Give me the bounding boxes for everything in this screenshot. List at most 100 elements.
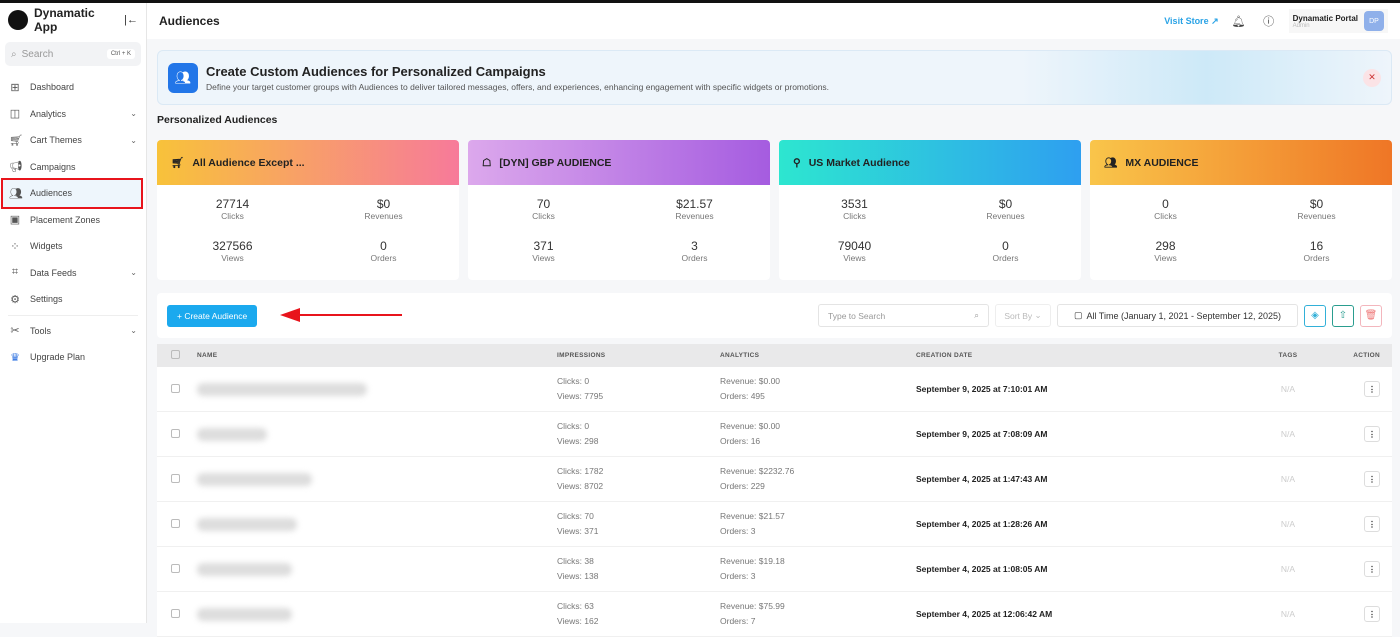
row-checkbox[interactable] — [171, 563, 180, 573]
search-placeholder: Type to Search — [828, 310, 886, 321]
analytics-orders: Orders: 495 — [720, 391, 765, 401]
views-label: Views — [532, 253, 555, 263]
clicks-label: Clicks — [843, 211, 866, 221]
create-audience-button[interactable]: + Create Audience — [167, 304, 258, 327]
card-title: All Audience Except ... — [192, 156, 305, 169]
creation-date: September 4, 2025 at 12:06:42 AM — [916, 609, 1053, 619]
impressions-clicks: Clicks: 38 — [557, 556, 594, 566]
audience-card-icon: ⚲ — [793, 156, 801, 169]
row-checkbox[interactable] — [171, 383, 180, 393]
bell-icon[interactable]: 🔔︎ — [1229, 11, 1249, 31]
row-checkbox[interactable] — [171, 473, 180, 483]
sidebar-item-settings[interactable]: ⚙ Settings — [0, 286, 146, 313]
card-title: US Market Audience — [808, 156, 910, 169]
revenues-label: Revenues — [675, 211, 714, 221]
crown-icon: ♛ — [10, 351, 20, 364]
row-checkbox[interactable] — [171, 518, 180, 528]
views-value: 371 — [533, 239, 554, 253]
user-menu[interactable]: Dynamatic Portal Admin DP — [1288, 9, 1388, 33]
col-creation-date: CREATION DATE — [916, 352, 973, 359]
sidebar-search[interactable]: ⌕ Search Ctrl + K — [5, 42, 141, 66]
audience-name-redacted — [197, 427, 267, 441]
analytics-orders: Orders: 7 — [720, 616, 756, 626]
orders-label: Orders — [992, 253, 1019, 263]
audience-cards: 🛒︎ All Audience Except ... 27714 Clicks $0… — [157, 140, 1392, 280]
sidebar-item-audiences[interactable]: 👥︎ Audiences — [1, 178, 143, 209]
row-action-menu-icon[interactable]: ⋮ — [1364, 471, 1380, 487]
table-row[interactable]: Clicks: 1782 Views: 8702 Revenue: $2232.7… — [157, 457, 1392, 502]
external-link-icon: ↗ — [1211, 15, 1219, 26]
sidebar-item-analytics[interactable]: ◫ Analytics ⌄ — [0, 101, 146, 128]
clicks-value: 70 — [536, 197, 551, 211]
audience-card[interactable]: ⚲ US Market Audience 3531 Clicks $0 Revenue… — [779, 140, 1081, 280]
sidebar-item-placement-zones[interactable]: ▣ Placement Zones — [0, 207, 146, 234]
row-checkbox[interactable] — [171, 608, 180, 618]
tags-value: N/A — [1280, 474, 1296, 484]
row-action-menu-icon[interactable]: ⋮ — [1364, 426, 1380, 442]
sidebar-item-label: Widgets — [30, 241, 63, 252]
analytics-revenue: Revenue: $21.57 — [720, 511, 785, 521]
search-icon: ⌕ — [974, 310, 979, 320]
row-action-menu-icon[interactable]: ⋮ — [1364, 561, 1380, 577]
clicks-label: Clicks — [532, 211, 555, 221]
col-impressions: IMPRESSIONS — [557, 352, 606, 359]
creation-date: September 9, 2025 at 7:10:01 AM — [916, 384, 1048, 394]
row-action-menu-icon[interactable]: ⋮ — [1364, 381, 1380, 397]
views-value: 327566 — [212, 239, 253, 253]
export-button[interactable]: ⇧ — [1332, 304, 1354, 327]
tag-icon: ◈ — [1311, 310, 1319, 321]
sidebar-item-data-feeds[interactable]: ⌗ Data Feeds ⌄ — [0, 260, 146, 287]
sidebar-item-campaigns[interactable]: 📢︎ Campaigns — [0, 154, 146, 181]
analytics-revenue: Revenue: $2232.76 — [720, 466, 795, 476]
orders-value: 3 — [691, 239, 698, 253]
search-placeholder: Search — [21, 48, 54, 60]
audience-card[interactable]: 🛒︎ All Audience Except ... 27714 Clicks $0… — [157, 140, 459, 280]
sidebar-item-dashboard[interactable]: ⊞ Dashboard — [0, 74, 146, 101]
row-checkbox[interactable] — [171, 428, 180, 438]
table-row[interactable]: Clicks: 38 Views: 138 Revenue: $19.18 Orde… — [157, 547, 1392, 592]
tag-button[interactable]: ◈ — [1304, 304, 1326, 327]
creation-date: September 4, 2025 at 1:08:05 AM — [916, 564, 1048, 574]
tags-value: N/A — [1280, 609, 1296, 619]
sidebar-item-cart-themes[interactable]: 🛒︎ Cart Themes ⌄ — [0, 127, 146, 154]
table-row[interactable]: Clicks: 0 Views: 7795 Revenue: $0.00 Order… — [157, 367, 1392, 412]
views-label: Views — [221, 253, 244, 263]
audience-card-icon: 👥︎ — [1104, 157, 1118, 169]
impressions-clicks: Clicks: 70 — [557, 511, 594, 521]
sidebar-item-label: Upgrade Plan — [30, 352, 86, 363]
audiences-table: NAME IMPRESSIONS ANALYTICS CREATION DATE… — [157, 344, 1392, 637]
close-banner-button[interactable]: ✕ — [1363, 68, 1381, 87]
table-search-input[interactable]: Type to Search ⌕ — [818, 304, 989, 327]
sidebar-item-tools[interactable]: ✂ Tools ⌄ — [0, 318, 146, 345]
select-all-checkbox[interactable] — [171, 350, 180, 359]
visit-store-link[interactable]: Visit Store ↗ — [1164, 16, 1218, 27]
orders-value: 0 — [1002, 239, 1009, 253]
delete-button[interactable]: 🗑︎ — [1360, 304, 1382, 327]
table-row[interactable]: Clicks: 0 Views: 298 Revenue: $0.00 Orders… — [157, 412, 1392, 457]
help-icon[interactable]: ⓘ — [1259, 11, 1279, 31]
audience-card[interactable]: 👥︎ MX AUDIENCE 0 Clicks $0 Revenues 298 View… — [1090, 140, 1392, 280]
col-name: NAME — [197, 352, 218, 359]
feed-icon: ⌗ — [11, 266, 19, 279]
banner-subtitle: Define your target customer groups with … — [206, 81, 830, 92]
card-header: ☖ [DYN] GBP AUDIENCE — [468, 140, 770, 185]
table-row[interactable]: Clicks: 63 Views: 162 Revenue: $75.99 Orde… — [157, 592, 1392, 637]
views-value: 298 — [1155, 239, 1176, 253]
sidebar-item-label: Dashboard — [30, 82, 75, 93]
audience-card[interactable]: ☖ [DYN] GBP AUDIENCE 70 Clicks $21.57 Reven… — [468, 140, 770, 280]
date-range-label: All Time (January 1, 2021 - September 12… — [1086, 310, 1282, 321]
cart-icon: 🛒︎ — [9, 134, 23, 147]
table-row[interactable]: Clicks: 70 Views: 371 Revenue: $21.57 Orde… — [157, 502, 1392, 547]
row-action-menu-icon[interactable]: ⋮ — [1364, 606, 1380, 622]
impressions-clicks: Clicks: 1782 — [557, 466, 604, 476]
gear-icon: ⚙ — [10, 293, 20, 306]
section-title: Personalized Audiences — [157, 114, 278, 126]
date-range-picker[interactable]: ▢ All Time (January 1, 2021 - September 1… — [1057, 304, 1298, 327]
sort-by-select[interactable]: Sort By ⌄ — [995, 304, 1051, 327]
sidebar-item-widgets[interactable]: ⁘ Widgets — [0, 233, 146, 260]
row-action-menu-icon[interactable]: ⋮ — [1364, 516, 1380, 532]
sidebar-item-upgrade-plan[interactable]: ♛ Upgrade Plan — [0, 344, 146, 371]
analytics-orders: Orders: 3 — [720, 526, 756, 536]
revenues-value: $0 — [376, 197, 391, 211]
collapse-sidebar-icon[interactable]: |← — [124, 14, 138, 26]
